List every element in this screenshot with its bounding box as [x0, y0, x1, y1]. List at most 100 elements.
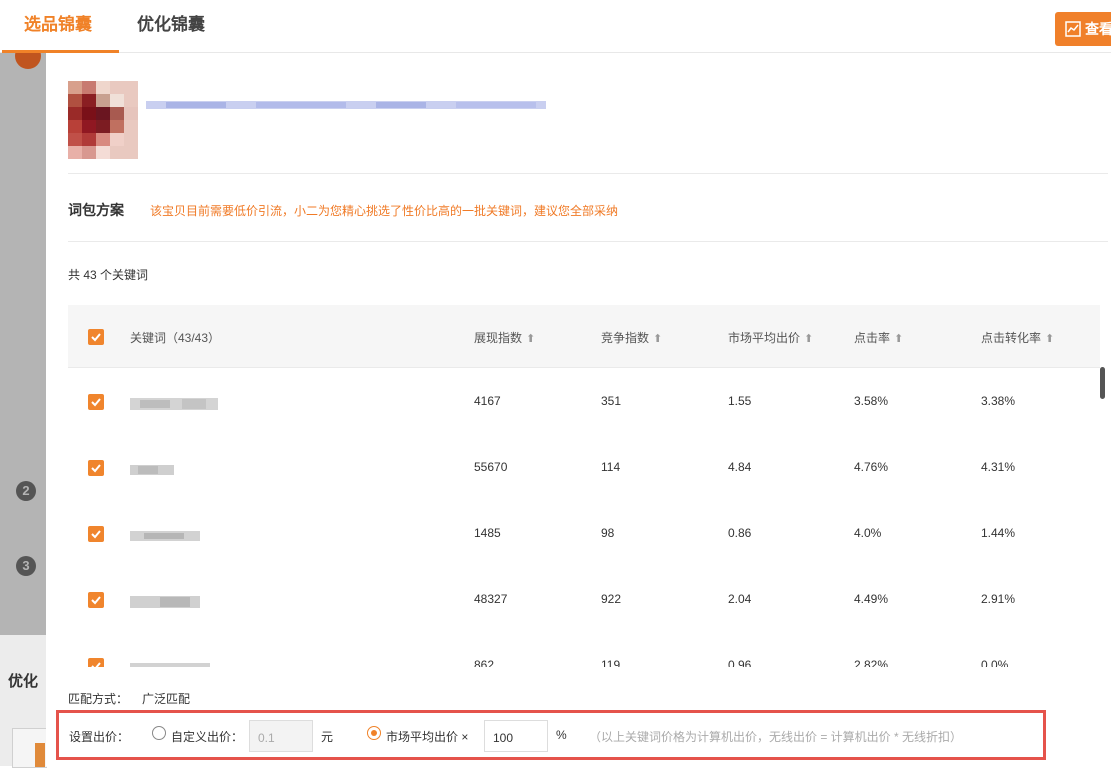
match-type-label: 匹配方式： — [68, 692, 129, 706]
table-row: 4167 351 1.55 3.58% 3.38% — [68, 368, 1100, 435]
cell-avg-bid: 0.86 — [728, 526, 752, 540]
cell-competition: 351 — [601, 394, 622, 408]
match-type: 匹配方式： 广泛匹配 — [68, 690, 190, 707]
cell-impression: 55670 — [474, 460, 508, 474]
check-icon — [91, 398, 101, 407]
row-checkbox[interactable] — [88, 592, 104, 608]
row-checkbox[interactable] — [88, 394, 104, 410]
main-panel: 词包方案 该宝贝目前需要低价引流，小二为您精心挑选了性价比高的一批关键词，建议您… — [46, 53, 1111, 766]
keyword-blurred — [130, 531, 200, 541]
cell-cvr: 3.38% — [981, 394, 1016, 408]
package-label: 词包方案 — [68, 202, 124, 218]
sort-arrow-icon[interactable]: ⬆ — [526, 333, 535, 345]
check-icon — [91, 662, 101, 667]
divider — [68, 241, 1108, 242]
row-checkbox[interactable] — [88, 658, 104, 667]
col-impression[interactable]: 展现指数 ⬆ — [474, 329, 535, 346]
cell-ctr: 2.82% — [854, 658, 889, 667]
sidebar: 2 3 — [0, 53, 46, 766]
sidebar-box — [12, 728, 47, 768]
view-button-label: 查看 — [1085, 21, 1111, 37]
market-bid-radio[interactable] — [367, 726, 381, 740]
row-checkbox[interactable] — [88, 460, 104, 476]
table-row: 48327 922 2.04 4.49% 2.91% — [68, 566, 1100, 633]
cell-competition: 119 — [601, 658, 621, 667]
cell-avg-bid: 0.96 — [728, 658, 752, 667]
cell-ctr: 4.49% — [854, 592, 889, 606]
keyword-blurred — [130, 663, 210, 667]
market-bid-percent-input[interactable]: 100 — [484, 720, 548, 752]
cell-cvr: 4.31% — [981, 460, 1016, 474]
view-button[interactable]: 查看 — [1055, 12, 1111, 46]
table-header: 关键词（43/43） 展现指数 ⬆ 竞争指数 ⬆ 市场平均出价 ⬆ 点击率 ⬆ 点击转化… — [68, 305, 1100, 368]
col-ctr-label: 点击率 — [854, 331, 891, 345]
col-avg-bid[interactable]: 市场平均出价 ⬆ — [728, 329, 813, 346]
cell-cvr: 1.44% — [981, 526, 1016, 540]
table-row: 55670 114 4.84 4.76% 4.31% — [68, 434, 1100, 501]
row-checkbox[interactable] — [88, 526, 104, 542]
bid-note: （以上关键词价格为计算机出价，无线出价 = 计算机出价 * 无线折扣） — [589, 730, 963, 744]
tab-optimization-tips[interactable]: 优化锦囊 — [137, 10, 205, 35]
product-title-blurred — [146, 101, 546, 109]
sidebar-optimize-label: 优化 — [8, 673, 39, 690]
col-cvr-label: 点击转化率 — [981, 331, 1042, 345]
col-competition[interactable]: 竞争指数 ⬆ — [601, 329, 662, 346]
keyword-blurred — [130, 465, 174, 475]
custom-bid-radio[interactable] — [152, 726, 166, 740]
cell-impression: 1485 — [474, 526, 501, 540]
custom-bid-label: 自定义出价： — [171, 730, 244, 744]
sort-arrow-icon[interactable]: ⬆ — [804, 333, 813, 345]
step-1-badge — [15, 53, 41, 73]
step-3-badge: 3 — [16, 556, 36, 576]
market-bid-unit: % — [556, 728, 567, 742]
market-bid-label: 市场平均出价 × — [386, 730, 469, 744]
table-scrollbar[interactable] — [1100, 367, 1105, 399]
cell-competition: 922 — [601, 592, 622, 606]
col-impression-label: 展现指数 — [474, 331, 523, 345]
bid-label: 设置出价： — [69, 730, 130, 744]
sort-arrow-icon[interactable]: ⬆ — [653, 333, 662, 345]
check-icon — [91, 464, 101, 473]
sort-arrow-icon[interactable]: ⬆ — [1045, 333, 1054, 345]
cell-competition: 98 — [601, 526, 615, 540]
col-ctr[interactable]: 点击率 ⬆ — [854, 329, 903, 346]
keyword-blurred — [130, 398, 218, 410]
table-row: 1485 98 0.86 4.0% 1.44% — [68, 500, 1100, 567]
product-image — [68, 81, 138, 159]
sort-arrow-icon[interactable]: ⬆ — [894, 333, 903, 345]
col-competition-label: 竞争指数 — [601, 331, 650, 345]
keyword-blurred — [130, 596, 200, 608]
table-row: 862 119 0.96 2.82% 0.0% — [68, 632, 1100, 667]
col-keyword: 关键词（43/43） — [130, 331, 221, 345]
tab-selection-tips[interactable]: 选品锦囊 — [24, 10, 92, 35]
match-type-value: 广泛匹配 — [142, 692, 191, 706]
cell-competition: 114 — [601, 460, 621, 474]
bid-settings: 设置出价： 自定义出价： 0.1 元 市场平均出价 × 100 % （以上关键词… — [56, 710, 1046, 760]
cell-ctr: 4.0% — [854, 526, 882, 540]
keyword-count: 共 43 个关键词 — [68, 268, 149, 282]
col-avg-bid-label: 市场平均出价 — [728, 331, 801, 345]
cell-avg-bid: 2.04 — [728, 592, 752, 606]
cell-impression: 48327 — [474, 592, 508, 606]
divider — [68, 173, 1108, 174]
tab-bar: 选品锦囊 优化锦囊 查看 — [0, 0, 1111, 53]
cell-impression: 862 — [474, 658, 495, 667]
step-2-badge: 2 — [16, 481, 36, 501]
cell-cvr: 0.0% — [981, 658, 1009, 667]
col-cvr[interactable]: 点击转化率 ⬆ — [981, 329, 1054, 346]
custom-bid-input[interactable]: 0.1 — [249, 720, 313, 752]
custom-bid-unit: 元 — [321, 730, 334, 744]
select-all-checkbox[interactable] — [88, 329, 104, 345]
cell-avg-bid: 1.55 — [728, 394, 752, 408]
check-icon — [91, 596, 101, 605]
cell-cvr: 2.91% — [981, 592, 1016, 606]
cell-ctr: 4.76% — [854, 460, 889, 474]
keyword-table: 关键词（43/43） 展现指数 ⬆ 竞争指数 ⬆ 市场平均出价 ⬆ 点击率 ⬆ 点击转化… — [68, 305, 1100, 667]
package-description: 该宝贝目前需要低价引流，小二为您精心挑选了性价比高的一批关键词，建议您全部采纳 — [150, 204, 619, 218]
cell-avg-bid: 4.84 — [728, 460, 752, 474]
chart-icon — [1065, 21, 1081, 37]
check-icon — [91, 333, 101, 342]
cell-ctr: 3.58% — [854, 394, 889, 408]
check-icon — [91, 530, 101, 539]
cell-impression: 4167 — [474, 394, 501, 408]
